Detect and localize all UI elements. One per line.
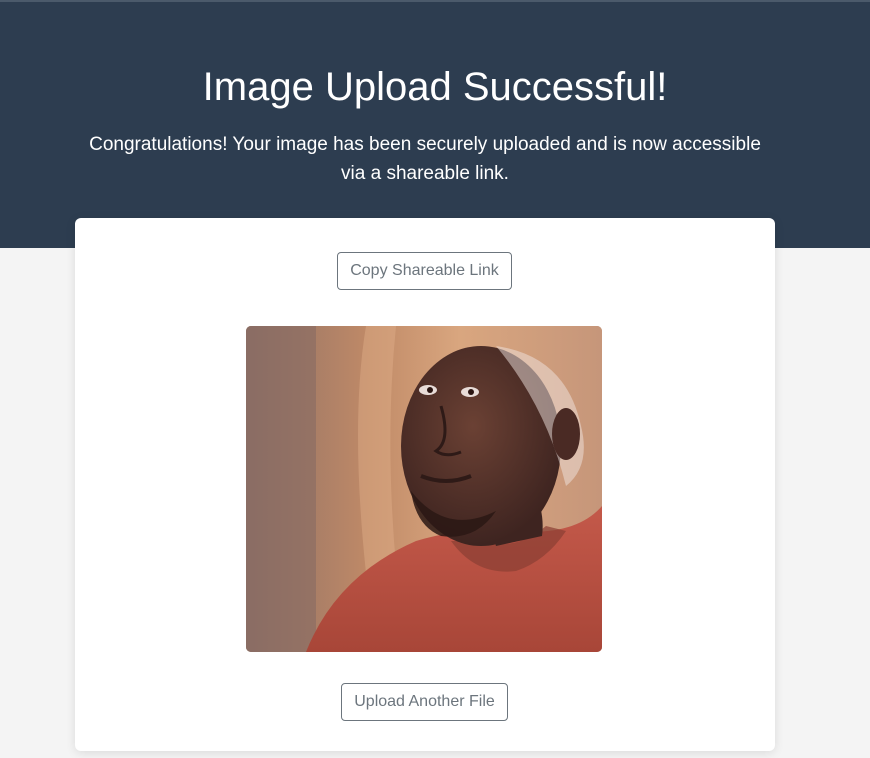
result-card: Copy Shareable Link Upload Another File <box>75 218 775 751</box>
header-banner: Image Upload Successful! Congratulations… <box>0 0 870 248</box>
page-title: Image Upload Successful! <box>202 65 668 109</box>
upload-another-button[interactable]: Upload Another File <box>341 683 508 721</box>
copy-link-button[interactable]: Copy Shareable Link <box>337 252 512 290</box>
success-message: Congratulations! Your image has been sec… <box>89 134 761 184</box>
uploaded-image-photo <box>246 326 602 652</box>
uploaded-image-preview <box>246 326 602 652</box>
